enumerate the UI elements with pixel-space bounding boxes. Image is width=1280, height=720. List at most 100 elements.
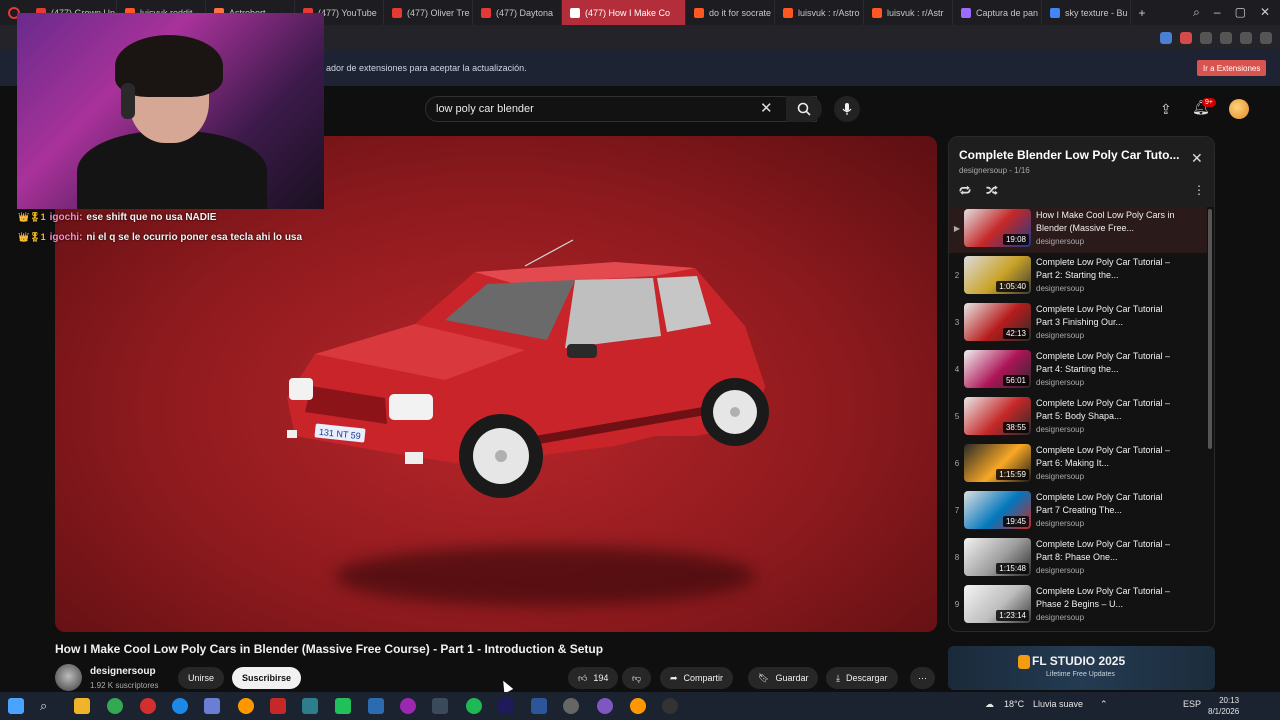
input-language[interactable]: ESP	[1183, 699, 1201, 709]
blender-icon[interactable]	[238, 698, 254, 714]
spotify-icon[interactable]	[466, 698, 482, 714]
go-to-extensions-button[interactable]: Ir a Extensiones	[1197, 60, 1267, 76]
chrome-icon[interactable]	[107, 698, 123, 714]
playlist-header: Complete Blender Low Poly Car Tuto... de…	[949, 137, 1214, 207]
notification-count-badge: 9+	[1202, 98, 1216, 107]
browser-tab[interactable]: luisvuk : r/Astro	[775, 0, 864, 25]
opera-icon[interactable]	[140, 698, 156, 714]
dislike-button[interactable]: 👎︎	[622, 667, 652, 689]
loop-icon[interactable]: 🔁︎	[959, 183, 971, 200]
edge-icon[interactable]	[172, 698, 188, 714]
tray-chevron-icon[interactable]: ⌃	[1100, 699, 1108, 710]
weather-description: Lluvia suave	[1033, 699, 1084, 709]
shuffle-icon[interactable]: 🔀︎	[986, 183, 998, 200]
share-button[interactable]: ➦ Compartir	[660, 667, 734, 689]
app-icon[interactable]	[400, 698, 416, 714]
tab-favicon-icon	[872, 7, 882, 18]
search-tabs-icon[interactable]: ⌕	[1193, 5, 1200, 20]
close-window-icon[interactable]: ✕	[1260, 5, 1270, 20]
thumbs-up-icon: 👍︎	[578, 672, 588, 683]
playlist-item[interactable]: 9 1:23:14 Complete Low Poly Car Tutorial…	[949, 583, 1207, 629]
video-thumbnail: 19:45	[964, 491, 1031, 529]
channel-avatar[interactable]	[55, 664, 82, 691]
search-input[interactable]: low poly car blender	[425, 96, 817, 122]
blender-icon[interactable]	[630, 698, 646, 714]
chat-message: 👑🎖1 igochi: ni el q se le ocurrio poner …	[18, 232, 303, 243]
maximize-icon[interactable]: ▢	[1235, 5, 1246, 20]
microphone-icon	[842, 103, 852, 115]
after-effects-icon[interactable]	[498, 698, 514, 714]
download-icon[interactable]	[1240, 31, 1252, 44]
playlist-item[interactable]: ▶ 19:08 How I Make Cool Low Poly Cars in…	[949, 207, 1207, 253]
playlist-item[interactable]: 4 56:01 Complete Low Poly Car Tutorial –…	[949, 348, 1207, 394]
fl-studio-ad[interactable]: FL STUDIO 2025 Lifetime Free Updates	[948, 646, 1215, 690]
ad-title: FL STUDIO 2025	[1032, 654, 1126, 668]
browser-tab[interactable]: Captura de pan	[953, 0, 1042, 25]
settings-icon[interactable]	[563, 698, 579, 714]
tab-favicon-icon	[570, 7, 580, 18]
bookmark-icon: 🔖︎	[758, 672, 770, 683]
join-button[interactable]: Unirse	[178, 667, 225, 689]
upload-icon[interactable]: ⇪	[1160, 101, 1172, 118]
video-player[interactable]: 131 NT 59	[55, 136, 937, 632]
tab-favicon-icon	[694, 7, 704, 18]
like-button[interactable]: 👍︎ 194	[568, 667, 619, 689]
pycharm-icon[interactable]	[335, 698, 351, 714]
playlist-item[interactable]: 3 42:13 Complete Low Poly Car Tutorial P…	[949, 301, 1207, 347]
tab-favicon-icon	[392, 7, 402, 18]
obs-icon[interactable]	[662, 698, 678, 714]
davinci-icon[interactable]	[432, 698, 448, 714]
video-thumbnail: 1:15:48	[964, 538, 1031, 576]
app-icon[interactable]	[270, 698, 286, 714]
browser-tab[interactable]: (477) Oliver Tre	[384, 0, 473, 25]
thumbs-down-icon: 👎︎	[632, 672, 642, 683]
word-icon[interactable]	[531, 698, 547, 714]
browser-tab[interactable]: sky texture - Bu	[1042, 0, 1131, 25]
playlist-item[interactable]: 5 38:55 Complete Low Poly Car Tutorial –…	[949, 395, 1207, 441]
video-thumbnail: 1:05:40	[964, 256, 1031, 294]
voice-search-button[interactable]	[834, 96, 860, 122]
streamer-webcam	[17, 13, 324, 209]
menu-icon[interactable]	[1260, 31, 1272, 44]
app-icon[interactable]	[204, 698, 220, 714]
windows-taskbar: ⌕ ☁ 18°C Lluvia suave ⌃ ESP 20:13 8/1/20…	[0, 692, 1280, 720]
extension-icon[interactable]	[1180, 31, 1192, 44]
new-tab-button[interactable]: +	[1131, 6, 1153, 20]
file-explorer-icon[interactable]	[74, 698, 90, 714]
tab-favicon-icon	[961, 7, 971, 18]
tab-favicon-icon	[481, 7, 491, 18]
browser-tab-active[interactable]: (477) How I Make Co	[562, 0, 686, 25]
playlist-item[interactable]: 6 1:15:59 Complete Low Poly Car Tutorial…	[949, 442, 1207, 488]
playlist-item[interactable]: 8 1:15:48 Complete Low Poly Car Tutorial…	[949, 536, 1207, 582]
ad-subtitle: Lifetime Free Updates	[1046, 671, 1115, 678]
minimize-icon[interactable]: –	[1214, 5, 1221, 20]
weather-icon[interactable]: ☁	[985, 699, 994, 710]
extension-icon[interactable]	[1200, 31, 1212, 44]
playlist-title[interactable]: Complete Blender Low Poly Car Tuto...	[959, 148, 1179, 162]
playlist-scrollbar[interactable]	[1208, 209, 1212, 449]
app-icon[interactable]	[302, 698, 318, 714]
browser-tab[interactable]: (477) Daytona	[473, 0, 562, 25]
share-icon: ➦	[670, 672, 678, 683]
download-button[interactable]: ⤓ Descargar	[826, 667, 898, 689]
playlist-item[interactable]: 7 19:45 Complete Low Poly Car Tutorial P…	[949, 489, 1207, 535]
app-icon[interactable]	[597, 698, 613, 714]
more-vertical-icon[interactable]: ⋮	[1193, 183, 1205, 197]
browser-tab[interactable]: luisvuk : r/Astr	[864, 0, 953, 25]
subscribe-button[interactable]: Suscribirse	[232, 667, 302, 689]
vs-icon[interactable]	[368, 698, 384, 714]
save-button[interactable]: 🔖︎ Guardar	[748, 667, 819, 689]
search-button[interactable]	[786, 96, 822, 122]
windows-start-icon[interactable]	[8, 698, 24, 714]
clear-search-icon[interactable]: ✕	[760, 99, 773, 117]
more-actions-button[interactable]: ⋯	[910, 667, 935, 689]
translate-icon[interactable]	[1160, 31, 1172, 44]
channel-name[interactable]: designersoup	[90, 666, 156, 677]
search-icon[interactable]: ⌕	[40, 698, 56, 714]
system-clock[interactable]: 20:13 8/1/2026	[1208, 695, 1239, 717]
browser-tab[interactable]: do it for socrate	[686, 0, 775, 25]
playlist-item[interactable]: 2 1:05:40 Complete Low Poly Car Tutorial…	[949, 254, 1207, 300]
account-avatar[interactable]	[1229, 99, 1249, 119]
extensions-puzzle-icon[interactable]	[1220, 31, 1232, 44]
close-icon[interactable]: ✕	[1191, 150, 1203, 167]
